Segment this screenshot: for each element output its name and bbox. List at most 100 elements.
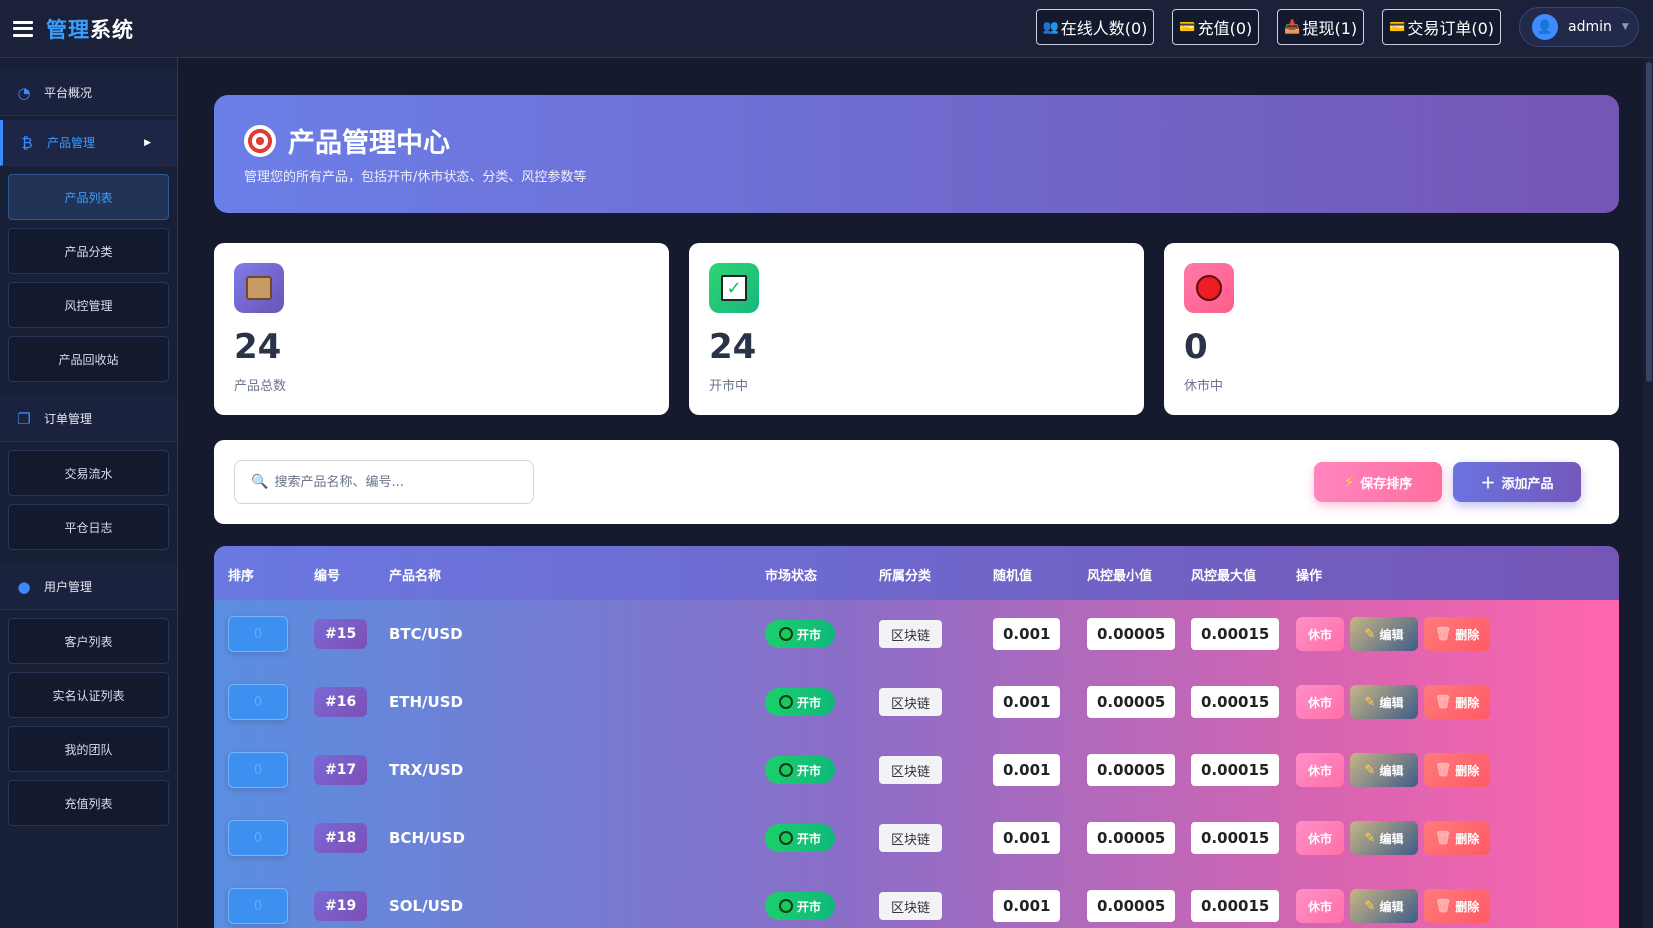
- green-circle-icon: [779, 899, 793, 913]
- product-name: BTC/USD: [389, 625, 463, 643]
- column-header: 随机值: [993, 569, 1033, 584]
- random-value: 0.001: [993, 822, 1061, 854]
- delete-button[interactable]: 🗑 删除: [1424, 821, 1490, 855]
- green-circle-icon: [779, 831, 793, 845]
- risk-min-value: 0.00005: [1087, 686, 1176, 718]
- stat-card-closed: 0 休市中: [1164, 243, 1619, 415]
- product-name: TRX/USD: [389, 761, 464, 779]
- product-name: BCH/USD: [389, 829, 465, 847]
- risk-min-value: 0.00005: [1087, 754, 1176, 786]
- sidebar-item-overview[interactable]: ◔ 平台概况: [0, 70, 177, 116]
- sidebar-item-kyc-list[interactable]: 实名认证列表: [8, 672, 169, 718]
- stat-value: 0: [1184, 327, 1208, 367]
- column-header: 市场状态: [765, 569, 818, 584]
- table-row: 0 #15 BTC/USD 开市 区块链 0.001 0.00005 0.00015 休市 ✎ 编辑…: [214, 600, 1619, 668]
- category-tag: 区块链: [879, 892, 943, 920]
- package-icon: [234, 263, 284, 313]
- edit-button[interactable]: ✎ 编辑: [1350, 889, 1418, 923]
- close-market-button[interactable]: 休市: [1296, 821, 1344, 855]
- edit-button[interactable]: ✎ 编辑: [1350, 753, 1418, 787]
- column-header: 操作: [1296, 569, 1323, 584]
- delete-button[interactable]: 🗑 删除: [1424, 889, 1490, 923]
- product-id-badge: #17: [314, 755, 368, 785]
- close-market-button[interactable]: 休市: [1296, 753, 1344, 787]
- sort-order-input[interactable]: 0: [228, 616, 288, 652]
- table-header: 排序 编号 产品名称 市场状态 所属分类 随机值 风控最小值 风控最大值 操作: [214, 546, 1619, 600]
- sidebar-item-users[interactable]: ● 用户管理: [0, 564, 177, 610]
- product-id-badge: #16: [314, 687, 368, 717]
- sidebar-item-close-log[interactable]: 平仓日志: [8, 504, 169, 550]
- save-sort-button[interactable]: ⚡ 保存排序: [1314, 462, 1442, 502]
- market-status-badge: 开市: [765, 756, 836, 784]
- sidebar-item-my-team[interactable]: 我的团队: [8, 726, 169, 772]
- green-circle-icon: [779, 627, 793, 641]
- online-users-button[interactable]: 👥 在线人数(0): [1035, 9, 1155, 45]
- sort-order-input[interactable]: 0: [228, 888, 288, 924]
- trade-orders-button[interactable]: 💳 交易订单(0): [1382, 9, 1501, 45]
- hero-banner: 产品管理中心 管理您的所有产品，包括开市/休市状态、分类、风控参数等: [214, 95, 1619, 213]
- edit-button[interactable]: ✎ 编辑: [1350, 821, 1418, 855]
- dashboard-icon: ◔: [17, 83, 31, 102]
- stat-value: 24: [234, 327, 282, 367]
- product-id-badge: #15: [314, 619, 368, 649]
- delete-button[interactable]: 🗑 删除: [1424, 753, 1490, 787]
- stat-label: 开市中: [709, 379, 749, 394]
- recharge-button[interactable]: 💳 充值(0): [1172, 9, 1260, 45]
- sidebar-item-product-list[interactable]: 产品列表: [8, 174, 169, 220]
- user-icon: ●: [17, 577, 31, 596]
- add-product-button[interactable]: ＋添加产品: [1453, 462, 1581, 502]
- risk-max-value: 0.00015: [1191, 822, 1280, 854]
- menu-toggle-icon[interactable]: [13, 20, 33, 37]
- sidebar-item-products[interactable]: ₿ 产品管理 ▶: [0, 120, 177, 166]
- trash-icon: 🗑: [1434, 762, 1452, 778]
- category-tag: 区块链: [879, 688, 943, 716]
- risk-min-value: 0.00005: [1087, 890, 1176, 922]
- sort-order-input[interactable]: 0: [228, 820, 288, 856]
- pencil-icon: ✎: [1364, 898, 1376, 914]
- sidebar-item-trade-flow[interactable]: 交易流水: [8, 450, 169, 496]
- sidebar-item-product-recycle[interactable]: 产品回收站: [8, 336, 169, 382]
- page-subtitle: 管理您的所有产品，包括开市/休市状态、分类、风控参数等: [244, 170, 587, 185]
- sort-order-input[interactable]: 0: [228, 684, 288, 720]
- target-icon: [244, 124, 276, 157]
- search-input[interactable]: [274, 474, 515, 490]
- delete-button[interactable]: 🗑 删除: [1424, 685, 1490, 719]
- user-name: admin: [1568, 19, 1612, 35]
- close-market-button[interactable]: 休市: [1296, 889, 1344, 923]
- toolbar: 🔍 ⚡保存排序 ＋添加产品: [214, 440, 1619, 524]
- edit-button[interactable]: ✎ 编辑: [1350, 617, 1418, 651]
- sidebar-item-customer-list[interactable]: 客户列表: [8, 618, 169, 664]
- users-icon: 👥: [1042, 19, 1059, 35]
- delete-button[interactable]: 🗑 删除: [1424, 617, 1490, 651]
- scrollbar[interactable]: [1643, 58, 1653, 928]
- sidebar-item-recharge-list[interactable]: 充值列表: [8, 780, 169, 826]
- product-id-badge: #19: [314, 891, 368, 921]
- close-market-button[interactable]: 休市: [1296, 617, 1344, 651]
- column-header: 排序: [228, 569, 255, 584]
- column-header: 所属分类: [879, 569, 932, 584]
- column-header: 编号: [314, 569, 341, 584]
- product-id-badge: #18: [314, 823, 368, 853]
- random-value: 0.001: [993, 890, 1061, 922]
- sort-order-input[interactable]: 0: [228, 752, 288, 788]
- table-row: 0 #19 SOL/USD 开市 区块链 0.001 0.00005 0.00015 休市 ✎ 编辑…: [214, 872, 1619, 928]
- column-header: 风控最小值: [1087, 569, 1153, 584]
- card-icon: 💳: [1179, 19, 1196, 35]
- trash-icon: 🗑: [1434, 830, 1452, 846]
- close-market-button[interactable]: 休市: [1296, 685, 1344, 719]
- sidebar-item-orders[interactable]: ❐ 订单管理: [0, 396, 177, 442]
- edit-button[interactable]: ✎ 编辑: [1350, 685, 1418, 719]
- bitcoin-icon: ₿: [21, 133, 33, 152]
- column-header: 风控最大值: [1191, 569, 1257, 584]
- withdraw-button[interactable]: 📥 提现(1): [1277, 9, 1365, 45]
- trash-icon: 🗑: [1434, 626, 1452, 642]
- sidebar-item-risk-control[interactable]: 风控管理: [8, 282, 169, 328]
- red-circle-icon: [1184, 263, 1234, 313]
- card-icon: 💳: [1389, 19, 1406, 35]
- sidebar-item-product-category[interactable]: 产品分类: [8, 228, 169, 274]
- stat-card-open: ✓ 24 开市中: [689, 243, 1144, 415]
- chevron-right-icon: ▶: [144, 137, 151, 148]
- user-menu[interactable]: 👤 admin ▼: [1519, 7, 1639, 47]
- table-row: 0 #17 TRX/USD 开市 区块链 0.001 0.00005 0.00015 休市 ✎ 编辑…: [214, 736, 1619, 804]
- risk-min-value: 0.00005: [1087, 822, 1176, 854]
